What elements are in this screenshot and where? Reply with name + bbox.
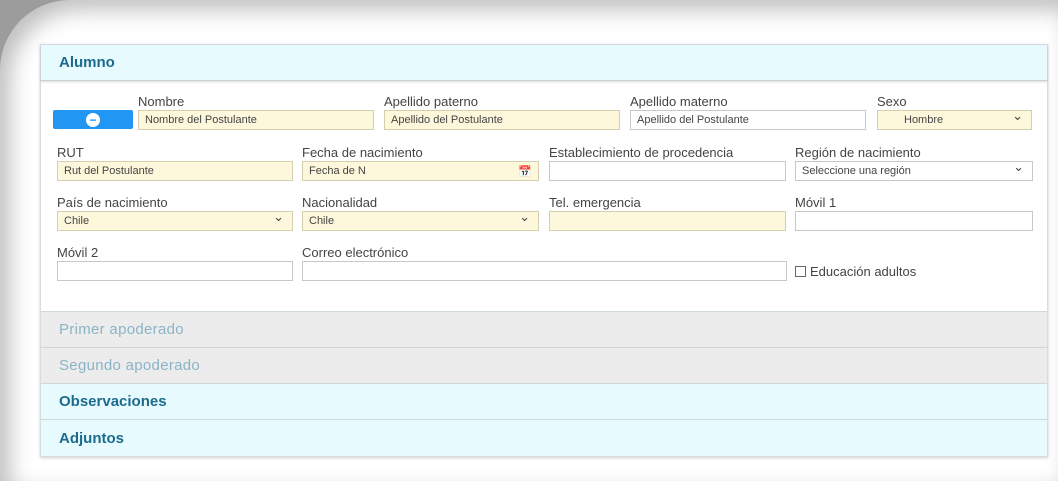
section-header-primer-apoderado[interactable]: Primer apoderado [41, 312, 1047, 348]
movil1-label: Móvil 1 [795, 195, 837, 210]
minus-circle-icon: − [86, 112, 100, 127]
apellido-paterno-input[interactable]: Apellido del Postulante [384, 110, 620, 130]
calendar-icon[interactable]: 📅 [518, 163, 532, 180]
region-label: Región de nacimiento [795, 145, 921, 160]
section-header-segundo-apoderado[interactable]: Segundo apoderado [41, 348, 1047, 384]
section-title-segundo-apoderado: Segundo apoderado [59, 357, 201, 374]
sexo-label: Sexo [877, 94, 907, 109]
section-title-adjuntos: Adjuntos [59, 429, 124, 447]
sexo-select[interactable]: Hombre [877, 110, 1032, 130]
checkbox-box[interactable] [795, 266, 806, 277]
nacionalidad-value: Chile [309, 215, 335, 227]
nombre-input[interactable]: Nombre del Postulante [138, 110, 374, 130]
student-form-card: Alumno − Nombre Nombre del Postulante Ap… [40, 44, 1048, 457]
apellido-materno-label: Apellido materno [630, 94, 728, 109]
section-header-adjuntos[interactable]: Adjuntos [41, 420, 1047, 456]
region-value: Seleccione una región [802, 165, 911, 177]
apellido-paterno-label: Apellido paterno [384, 94, 478, 109]
window-frame: Alumno − Nombre Nombre del Postulante Ap… [0, 0, 1058, 481]
section-title-primer-apoderado: Primer apoderado [59, 321, 184, 338]
correo-label: Correo electrónico [302, 245, 409, 260]
educacion-adultos-checkbox[interactable]: Educación adultos [795, 264, 916, 279]
educacion-adultos-label: Educación adultos [810, 264, 917, 279]
movil1-input[interactable] [795, 211, 1033, 231]
remove-student-button[interactable]: − [53, 110, 133, 129]
pais-value: Chile [64, 215, 90, 227]
section-title-alumno: Alumno [59, 54, 115, 71]
apellido-materno-input[interactable]: Apellido del Postulante [630, 110, 866, 130]
fecha-nacimiento-input[interactable]: Fecha de N 📅 [302, 161, 539, 181]
pais-select[interactable]: Chile [57, 211, 293, 231]
nacionalidad-label: Nacionalidad [302, 195, 378, 210]
section-header-alumno[interactable]: Alumno [41, 45, 1047, 81]
region-select[interactable]: Seleccione una región [795, 161, 1033, 181]
rut-input[interactable]: Rut del Postulante [57, 161, 293, 181]
tel-emergencia-input[interactable] [549, 211, 786, 231]
establecimiento-label: Establecimiento de procedencia [549, 145, 734, 160]
pais-label: País de nacimiento [57, 195, 168, 210]
sexo-value: Hombre [904, 114, 944, 126]
movil2-label: Móvil 2 [57, 245, 99, 260]
rut-label: RUT [57, 145, 84, 160]
fecha-nacimiento-value: Fecha de N [309, 165, 366, 177]
tel-emergencia-label: Tel. emergencia [549, 195, 641, 210]
section-header-observaciones[interactable]: Observaciones [41, 384, 1047, 420]
nacionalidad-select[interactable]: Chile [302, 211, 539, 231]
fecha-nacimiento-label: Fecha de nacimiento [302, 145, 423, 160]
section-title-observaciones: Observaciones [59, 393, 167, 410]
correo-input[interactable] [302, 261, 787, 281]
establecimiento-input[interactable] [549, 161, 786, 181]
nombre-label: Nombre [138, 94, 185, 109]
alumno-panel: − Nombre Nombre del Postulante Apellido … [41, 81, 1047, 312]
movil2-input[interactable] [57, 261, 293, 281]
